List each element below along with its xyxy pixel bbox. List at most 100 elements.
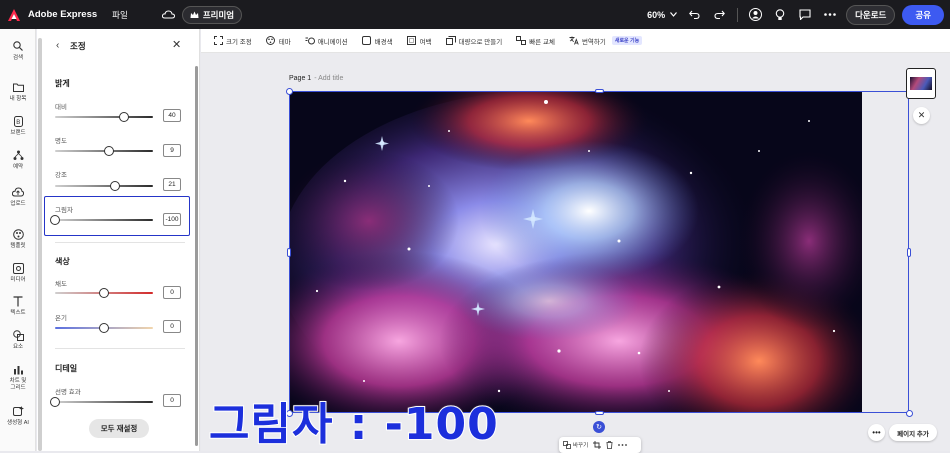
rail-item-my-stuff[interactable]: 내 항목 (0, 81, 36, 103)
undo-icon[interactable] (686, 7, 702, 23)
quick-swap-button[interactable]: 빠른 교체 (516, 36, 555, 46)
brightness-value[interactable]: 9 (163, 144, 181, 157)
rail-label: 브랜드 (10, 130, 26, 136)
shadows-value[interactable]: -100 (163, 213, 181, 226)
add-page-button[interactable]: 페이지 추가 (889, 424, 937, 441)
reset-all-button[interactable]: 모두 재설정 (89, 419, 149, 438)
slider-thumb[interactable] (118, 112, 129, 122)
premium-label: 프리미엄 (202, 9, 235, 20)
sharpness-slider[interactable] (50, 397, 153, 407)
slider-thumb[interactable] (50, 397, 60, 407)
resize-button[interactable]: 크기 조정 (213, 36, 252, 46)
search-icon (12, 40, 24, 52)
slider-thumb[interactable] (50, 215, 60, 225)
file-menu[interactable]: 파일 (112, 9, 128, 21)
resize-label: 크기 조정 (226, 38, 252, 46)
rail-item-templates[interactable]: 템플릿 (0, 228, 36, 250)
saturation-slider[interactable] (55, 288, 153, 298)
back-chevron-icon[interactable]: ‹ (56, 40, 59, 51)
delete-icon[interactable] (606, 441, 613, 449)
rail-item-schedule[interactable]: 예약 (0, 149, 36, 171)
rail-item-upload[interactable]: 업로드 (0, 186, 36, 208)
redo-icon[interactable] (711, 7, 727, 23)
page-title[interactable]: Page 1- Add title (289, 75, 343, 82)
highlights-slider[interactable] (55, 181, 153, 191)
resize-handle-top-left[interactable] (286, 88, 293, 95)
close-thumbnails-icon[interactable]: ✕ (913, 107, 930, 124)
rail-label: 내 항목 (9, 96, 27, 102)
temperature-slider[interactable] (55, 323, 153, 333)
page-add-title[interactable]: - Add title (314, 75, 343, 82)
rail-item-generative-ai[interactable]: 생성형 AI (0, 405, 36, 427)
replace-icon (563, 441, 571, 449)
section-title-color: 색상 (55, 257, 70, 266)
slider-thumb[interactable] (109, 181, 120, 191)
bulk-create-label: 대량으로 만들기 (458, 38, 503, 46)
rail-label: 미디어 (10, 277, 26, 283)
panel-scrollbar-track[interactable] (38, 38, 42, 451)
resize-icon (213, 36, 223, 46)
page-thumbnail[interactable] (906, 68, 936, 99)
rail-label: 차트 및 그리드 (9, 378, 27, 391)
rail-item-charts-grids[interactable]: 차트 및 그리드 (0, 363, 36, 392)
resize-handle-right[interactable] (907, 248, 911, 257)
rail-item-elements[interactable]: 요소 (0, 329, 36, 351)
shadows-label: 그림자 (55, 207, 73, 214)
overlay-caption: 그림자 : -100 (208, 398, 499, 451)
invite-user-icon[interactable] (747, 7, 763, 23)
animation-button[interactable]: 애니메이션 (305, 36, 348, 46)
rail-label: 업로드 (10, 201, 26, 207)
bulk-create-button[interactable]: 대량으로 만들기 (445, 36, 503, 46)
cloud-sync-icon[interactable] (161, 10, 176, 20)
highlights-value[interactable]: 21 (163, 178, 181, 191)
lightbulb-icon[interactable] (772, 7, 788, 23)
close-icon[interactable]: ✕ (172, 38, 181, 51)
resize-handle-top[interactable] (595, 89, 604, 93)
theme-label: 테마 (278, 38, 291, 46)
comment-icon[interactable] (797, 7, 813, 23)
page-more-button[interactable]: ••• (868, 424, 885, 441)
quick-swap-label: 빠른 교체 (529, 38, 555, 46)
sharpness-value[interactable]: 0 (163, 394, 181, 407)
saturation-value[interactable]: 0 (163, 286, 181, 299)
contrast-value[interactable]: 40 (163, 109, 181, 122)
translate-button[interactable]: 번역하기 새로운 기능 (569, 36, 643, 46)
background-color-button[interactable]: 배경색 (362, 36, 393, 46)
theme-button[interactable]: 테마 (266, 36, 291, 46)
temperature-value[interactable]: 0 (163, 320, 181, 333)
rail-label: 생성형 AI (7, 420, 29, 426)
adobe-express-logo-icon[interactable] (6, 7, 22, 23)
rotate-handle-icon[interactable]: ↻ (593, 421, 605, 433)
section-divider (55, 242, 185, 243)
slider-thumb[interactable] (99, 288, 109, 298)
premium-button[interactable]: 프리미엄 (181, 5, 243, 24)
zoom-select[interactable]: 60% (647, 10, 678, 20)
share-button[interactable]: 공유 (902, 4, 944, 25)
brightness-slider[interactable] (55, 146, 153, 156)
contrast-slider[interactable] (55, 112, 153, 122)
margin-button[interactable]: 여백 (407, 36, 432, 46)
slider-thumb[interactable] (103, 146, 114, 156)
resize-handle-bottom[interactable] (595, 411, 604, 415)
download-button[interactable]: 다운로드 (846, 4, 896, 25)
folder-icon (12, 81, 24, 93)
editor-toolbar: 크기 조정 테마 애니메이션 배경색 여백 대량으로 만들기 빠른 교체 번역하… (201, 29, 950, 53)
rail-item-media[interactable]: 미디어 (0, 262, 36, 284)
replace-label: 바꾸기 (573, 443, 589, 449)
margin-icon (407, 36, 417, 46)
rail-item-brand[interactable]: B 브랜드 (0, 115, 36, 137)
more-options-icon[interactable] (822, 7, 838, 23)
highlights-label: 강조 (55, 172, 67, 179)
upload-icon (12, 186, 24, 198)
replace-button[interactable]: 바꾸기 (563, 441, 588, 449)
shadows-slider[interactable] (50, 215, 153, 225)
crop-icon[interactable] (593, 441, 602, 449)
rail-item-text[interactable]: 텍스트 (0, 295, 36, 317)
panel-scrollbar-thumb[interactable] (195, 66, 198, 446)
more-options-icon[interactable] (618, 444, 628, 446)
resize-handle-bottom-right[interactable] (906, 410, 913, 417)
rail-item-search[interactable]: 검색 (0, 40, 36, 62)
resize-handle-left[interactable] (287, 248, 291, 257)
slider-thumb[interactable] (99, 323, 109, 333)
rail-label: 요소 (12, 344, 24, 350)
